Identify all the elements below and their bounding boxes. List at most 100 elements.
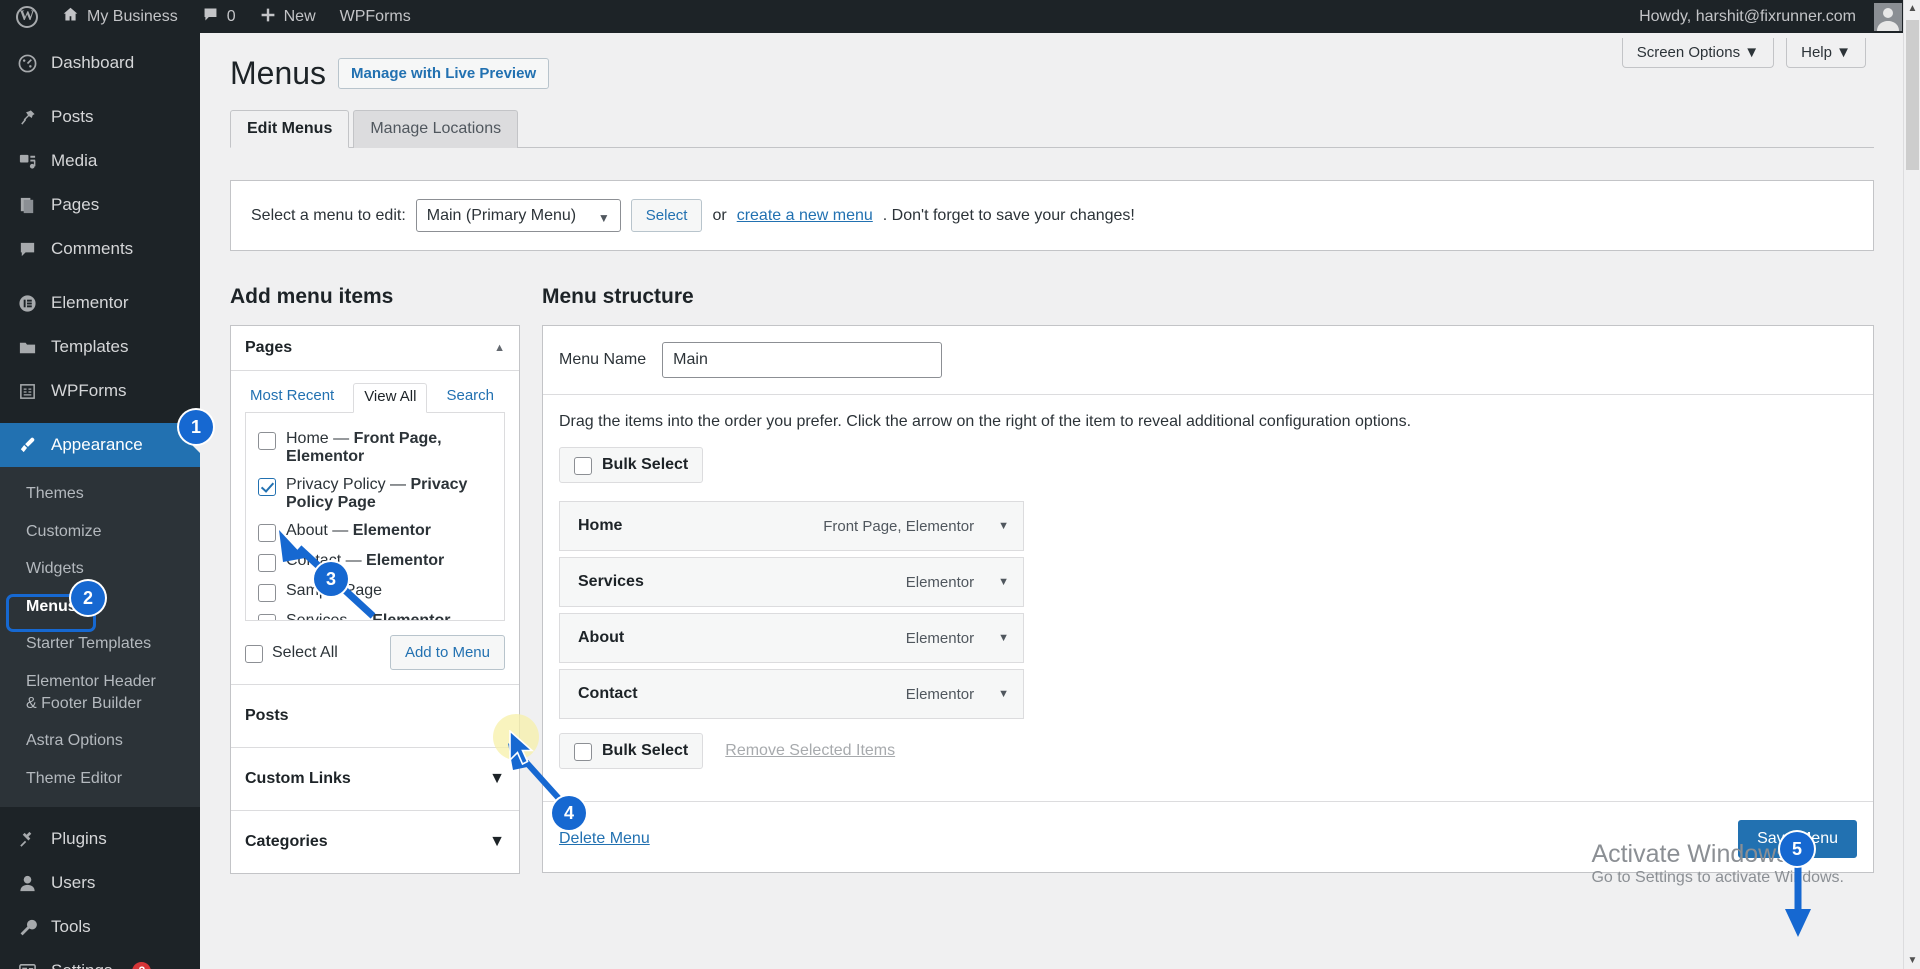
- sidebar-item-widgets[interactable]: Widgets: [0, 550, 200, 588]
- list-item[interactable]: About — Elementor: [258, 517, 492, 547]
- page-checkbox[interactable]: [258, 478, 276, 496]
- sidebar-item-settings[interactable]: Settings 3: [0, 949, 200, 969]
- bulk-select-checkbox[interactable]: [574, 457, 592, 475]
- help-button[interactable]: Help ▼: [1786, 38, 1866, 68]
- sidebar-item-templates[interactable]: Templates: [0, 325, 200, 369]
- sidebar-item-label: Elementor: [51, 293, 129, 312]
- elementor-icon: [16, 294, 38, 313]
- my-account-menu[interactable]: Howdy, harshit@fixrunner.com: [1627, 0, 1914, 33]
- sidebar-item-pages[interactable]: Pages: [0, 183, 200, 227]
- scroll-down-icon[interactable]: ▼: [1904, 952, 1920, 969]
- menu-item-row[interactable]: Services Elementor ▼: [559, 557, 1024, 607]
- list-item[interactable]: Services — Elementor: [258, 607, 492, 620]
- settings-update-badge: 3: [132, 961, 152, 969]
- screen-options-button[interactable]: Screen Options ▼: [1621, 38, 1775, 68]
- add-menu-items-heading: Add menu items: [230, 285, 394, 308]
- sidebar-item-comments[interactable]: Comments: [0, 227, 200, 271]
- sidebar-item-plugins[interactable]: Plugins: [0, 817, 200, 861]
- admin-bar-right: Howdy, harshit@fixrunner.com: [1627, 0, 1920, 33]
- comments-count: 0: [226, 7, 236, 25]
- sidebar-item-users[interactable]: Users: [0, 861, 200, 905]
- media-icon: [16, 152, 38, 171]
- posts-accordion-header[interactable]: Posts: [231, 685, 519, 748]
- page-checkbox[interactable]: [258, 554, 276, 572]
- custom-links-accordion-title: Custom Links: [245, 770, 351, 787]
- menu-items-list: Home Front Page, Elementor ▼ Services El…: [559, 501, 1024, 719]
- bulk-select-bottom[interactable]: Bulk Select: [559, 733, 704, 769]
- new-content-menu[interactable]: New: [248, 0, 328, 33]
- page-label: Home — Front Page, Elementor: [286, 430, 442, 465]
- sidebar-item-label: WPForms: [51, 381, 127, 400]
- sidebar-item-tools[interactable]: Tools: [0, 905, 200, 949]
- manage-with-live-preview-button[interactable]: Manage with Live Preview: [338, 58, 550, 89]
- scrollbar-thumb[interactable]: [1906, 20, 1919, 170]
- caret-down-icon[interactable]: ▼: [998, 688, 1009, 700]
- list-item[interactable]: Home — Front Page, Elementor: [258, 425, 492, 471]
- add-to-menu-button[interactable]: Add to Menu: [389, 635, 505, 670]
- wordpress-logo-menu[interactable]: W: [4, 0, 50, 33]
- comments-menu[interactable]: 0: [190, 0, 248, 33]
- custom-links-accordion-header[interactable]: Custom Links ▼: [231, 748, 519, 811]
- scroll-up-icon[interactable]: ▲: [1904, 0, 1920, 17]
- menu-item-row[interactable]: Contact Elementor ▼: [559, 669, 1024, 719]
- page-checkbox[interactable]: [258, 584, 276, 602]
- caret-down-icon[interactable]: ▼: [998, 632, 1009, 644]
- create-new-menu-link[interactable]: create a new menu: [737, 207, 873, 225]
- bulk-select-top[interactable]: Bulk Select: [559, 447, 704, 483]
- page-label: Contact — Elementor: [286, 552, 445, 569]
- add-menu-items-column: Add menu items Pages ▲ Most Recent View …: [230, 285, 520, 874]
- page-checkbox[interactable]: [258, 524, 276, 542]
- screen-options-label: Screen Options: [1636, 44, 1741, 61]
- tab-search[interactable]: Search: [441, 383, 499, 412]
- menu-item-row[interactable]: Home Front Page, Elementor ▼: [559, 501, 1024, 551]
- sidebar-item-theme-editor[interactable]: Theme Editor: [0, 760, 200, 798]
- menu-select-dropdown[interactable]: Main (Primary Menu): [415, 199, 621, 232]
- list-item[interactable]: Contact — Elementor: [258, 547, 492, 577]
- categories-accordion-header[interactable]: Categories ▼: [231, 811, 519, 873]
- page-label: About — Elementor: [286, 522, 431, 539]
- tab-most-recent[interactable]: Most Recent: [245, 383, 339, 412]
- menu-item-title: Home: [578, 517, 623, 534]
- tab-view-all[interactable]: View All: [353, 383, 428, 413]
- page-checkbox[interactable]: [258, 432, 276, 450]
- tab-edit-menus[interactable]: Edit Menus: [230, 110, 350, 148]
- menu-item-row[interactable]: About Elementor ▼: [559, 613, 1024, 663]
- pages-accordion-header[interactable]: Pages ▲: [231, 326, 519, 371]
- tab-manage-locations[interactable]: Manage Locations: [353, 110, 519, 148]
- list-item[interactable]: Sample Page: [258, 577, 492, 607]
- remove-selected-items-link[interactable]: Remove Selected Items: [725, 742, 895, 760]
- wpforms-menu[interactable]: WPForms: [328, 0, 423, 33]
- bulk-select-checkbox[interactable]: [574, 743, 592, 761]
- sidebar-item-wpforms[interactable]: WPForms: [0, 369, 200, 413]
- chevron-down-icon: ▼: [1836, 44, 1851, 61]
- caret-down-icon[interactable]: ▼: [998, 576, 1009, 588]
- comment-bubble-icon: [202, 6, 219, 27]
- caret-down-icon[interactable]: ▼: [489, 833, 505, 851]
- list-item[interactable]: Privacy Policy — Privacy Policy Page: [258, 471, 492, 517]
- sidebar-item-posts[interactable]: Posts: [0, 95, 200, 139]
- page-checkbox[interactable]: [258, 614, 276, 620]
- posts-accordion-title: Posts: [245, 707, 289, 724]
- sidebar-item-astra-options[interactable]: Astra Options: [0, 722, 200, 760]
- appearance-submenu: Themes Customize Widgets Menus Starter T…: [0, 467, 200, 808]
- sidebar-item-customize[interactable]: Customize: [0, 513, 200, 551]
- callout-1: 1: [179, 410, 213, 444]
- caret-down-icon[interactable]: ▼: [998, 520, 1009, 532]
- sidebar-item-elementor[interactable]: Elementor: [0, 281, 200, 325]
- menu-name-input[interactable]: [662, 342, 943, 378]
- caret-up-icon[interactable]: ▲: [494, 342, 505, 354]
- page-scrollbar[interactable]: ▲ ▼: [1903, 0, 1920, 969]
- sidebar-item-elementor-header-footer-builder[interactable]: Elementor Header & Footer Builder: [0, 663, 165, 722]
- select-all-control[interactable]: Select All: [245, 643, 338, 663]
- delete-menu-link[interactable]: Delete Menu: [559, 830, 650, 848]
- sidebar-item-themes[interactable]: Themes: [0, 475, 200, 513]
- sidebar-item-dashboard[interactable]: Dashboard: [0, 41, 200, 85]
- menu-item-title: Services: [578, 573, 644, 590]
- site-name-menu[interactable]: My Business: [50, 0, 190, 33]
- select-button[interactable]: Select: [630, 199, 703, 232]
- sidebar-item-appearance[interactable]: Appearance: [0, 423, 200, 467]
- select-all-checkbox[interactable]: [245, 644, 263, 663]
- caret-down-icon[interactable]: ▼: [489, 770, 505, 788]
- sidebar-item-media[interactable]: Media: [0, 139, 200, 183]
- pages-accordion-body: Most Recent View All Search Home — Front…: [231, 371, 519, 621]
